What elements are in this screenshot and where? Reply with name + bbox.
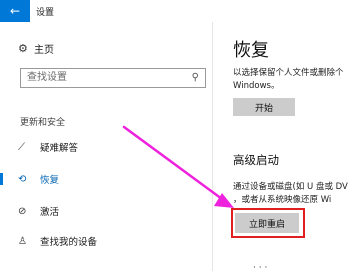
advanced-startup-description: 通过设备或磁盘(如 U 盘或 DV ，或者从系统映像还原 Wi — [233, 181, 355, 207]
sidebar-item-label: 疑难解答 — [40, 143, 79, 154]
sidebar-item-find-device[interactable]: ♙ 查找我的设备 — [0, 230, 212, 252]
sidebar-item-label: 恢复 — [40, 175, 60, 186]
main-content: 恢复 以选择保留个人文件或删除个 Windows。 开始 高级启动 通过设备或磁… — [213, 22, 355, 271]
recovery-icon: ⟲ — [18, 173, 27, 185]
back-arrow-icon: ← — [9, 4, 21, 18]
find-device-icon: ♙ — [18, 235, 27, 247]
activation-icon: ⊘ — [18, 205, 27, 217]
start-button[interactable]: 开始 — [233, 98, 295, 116]
sidebar: ⚙ 主页 查找设置 ⚲ 更新和安全 ⟋ 疑难解答 ⟲ 恢复 ⊘ 激活 ♙ 查找我… — [0, 22, 212, 271]
sidebar-item-recovery[interactable]: ⟲ 恢复 — [0, 168, 212, 190]
sidebar-home[interactable]: ⚙ 主页 — [18, 41, 54, 56]
section-heading: 更新和安全 — [20, 118, 66, 128]
title-bar: ← 设置 — [0, 0, 355, 22]
gear-icon: ⚙ — [18, 42, 28, 55]
reset-desc-line: 以选择保留个人文件或删除个 — [233, 68, 344, 78]
highlight-box — [231, 208, 305, 238]
cropped-text: · · · — [253, 263, 268, 271]
search-placeholder: 查找设置 — [27, 72, 67, 83]
home-label: 主页 — [34, 45, 54, 56]
reset-desc-line: Windows。 — [233, 81, 280, 91]
sidebar-item-troubleshoot[interactable]: ⟋ 疑难解答 — [0, 136, 212, 158]
active-indicator — [0, 173, 3, 185]
app-title: 设置 — [36, 8, 55, 18]
advanced-desc-line: 通过设备或磁盘(如 U 盘或 DV — [233, 182, 348, 192]
advanced-startup-heading: 高级启动 — [233, 153, 279, 167]
sidebar-item-label: 激活 — [40, 207, 60, 218]
advanced-desc-line: ，或者从系统映像还原 Wi — [233, 195, 332, 205]
sidebar-item-activation[interactable]: ⊘ 激活 — [0, 200, 212, 222]
back-button[interactable]: ← — [0, 0, 30, 22]
page-title: 恢复 — [233, 40, 269, 61]
reset-description: 以选择保留个人文件或删除个 Windows。 — [233, 67, 355, 93]
wrench-icon: ⟋ — [18, 141, 25, 153]
sidebar-item-label: 查找我的设备 — [40, 237, 98, 248]
search-icon: ⚲ — [191, 72, 199, 83]
search-input[interactable]: 查找设置 ⚲ — [20, 68, 206, 88]
